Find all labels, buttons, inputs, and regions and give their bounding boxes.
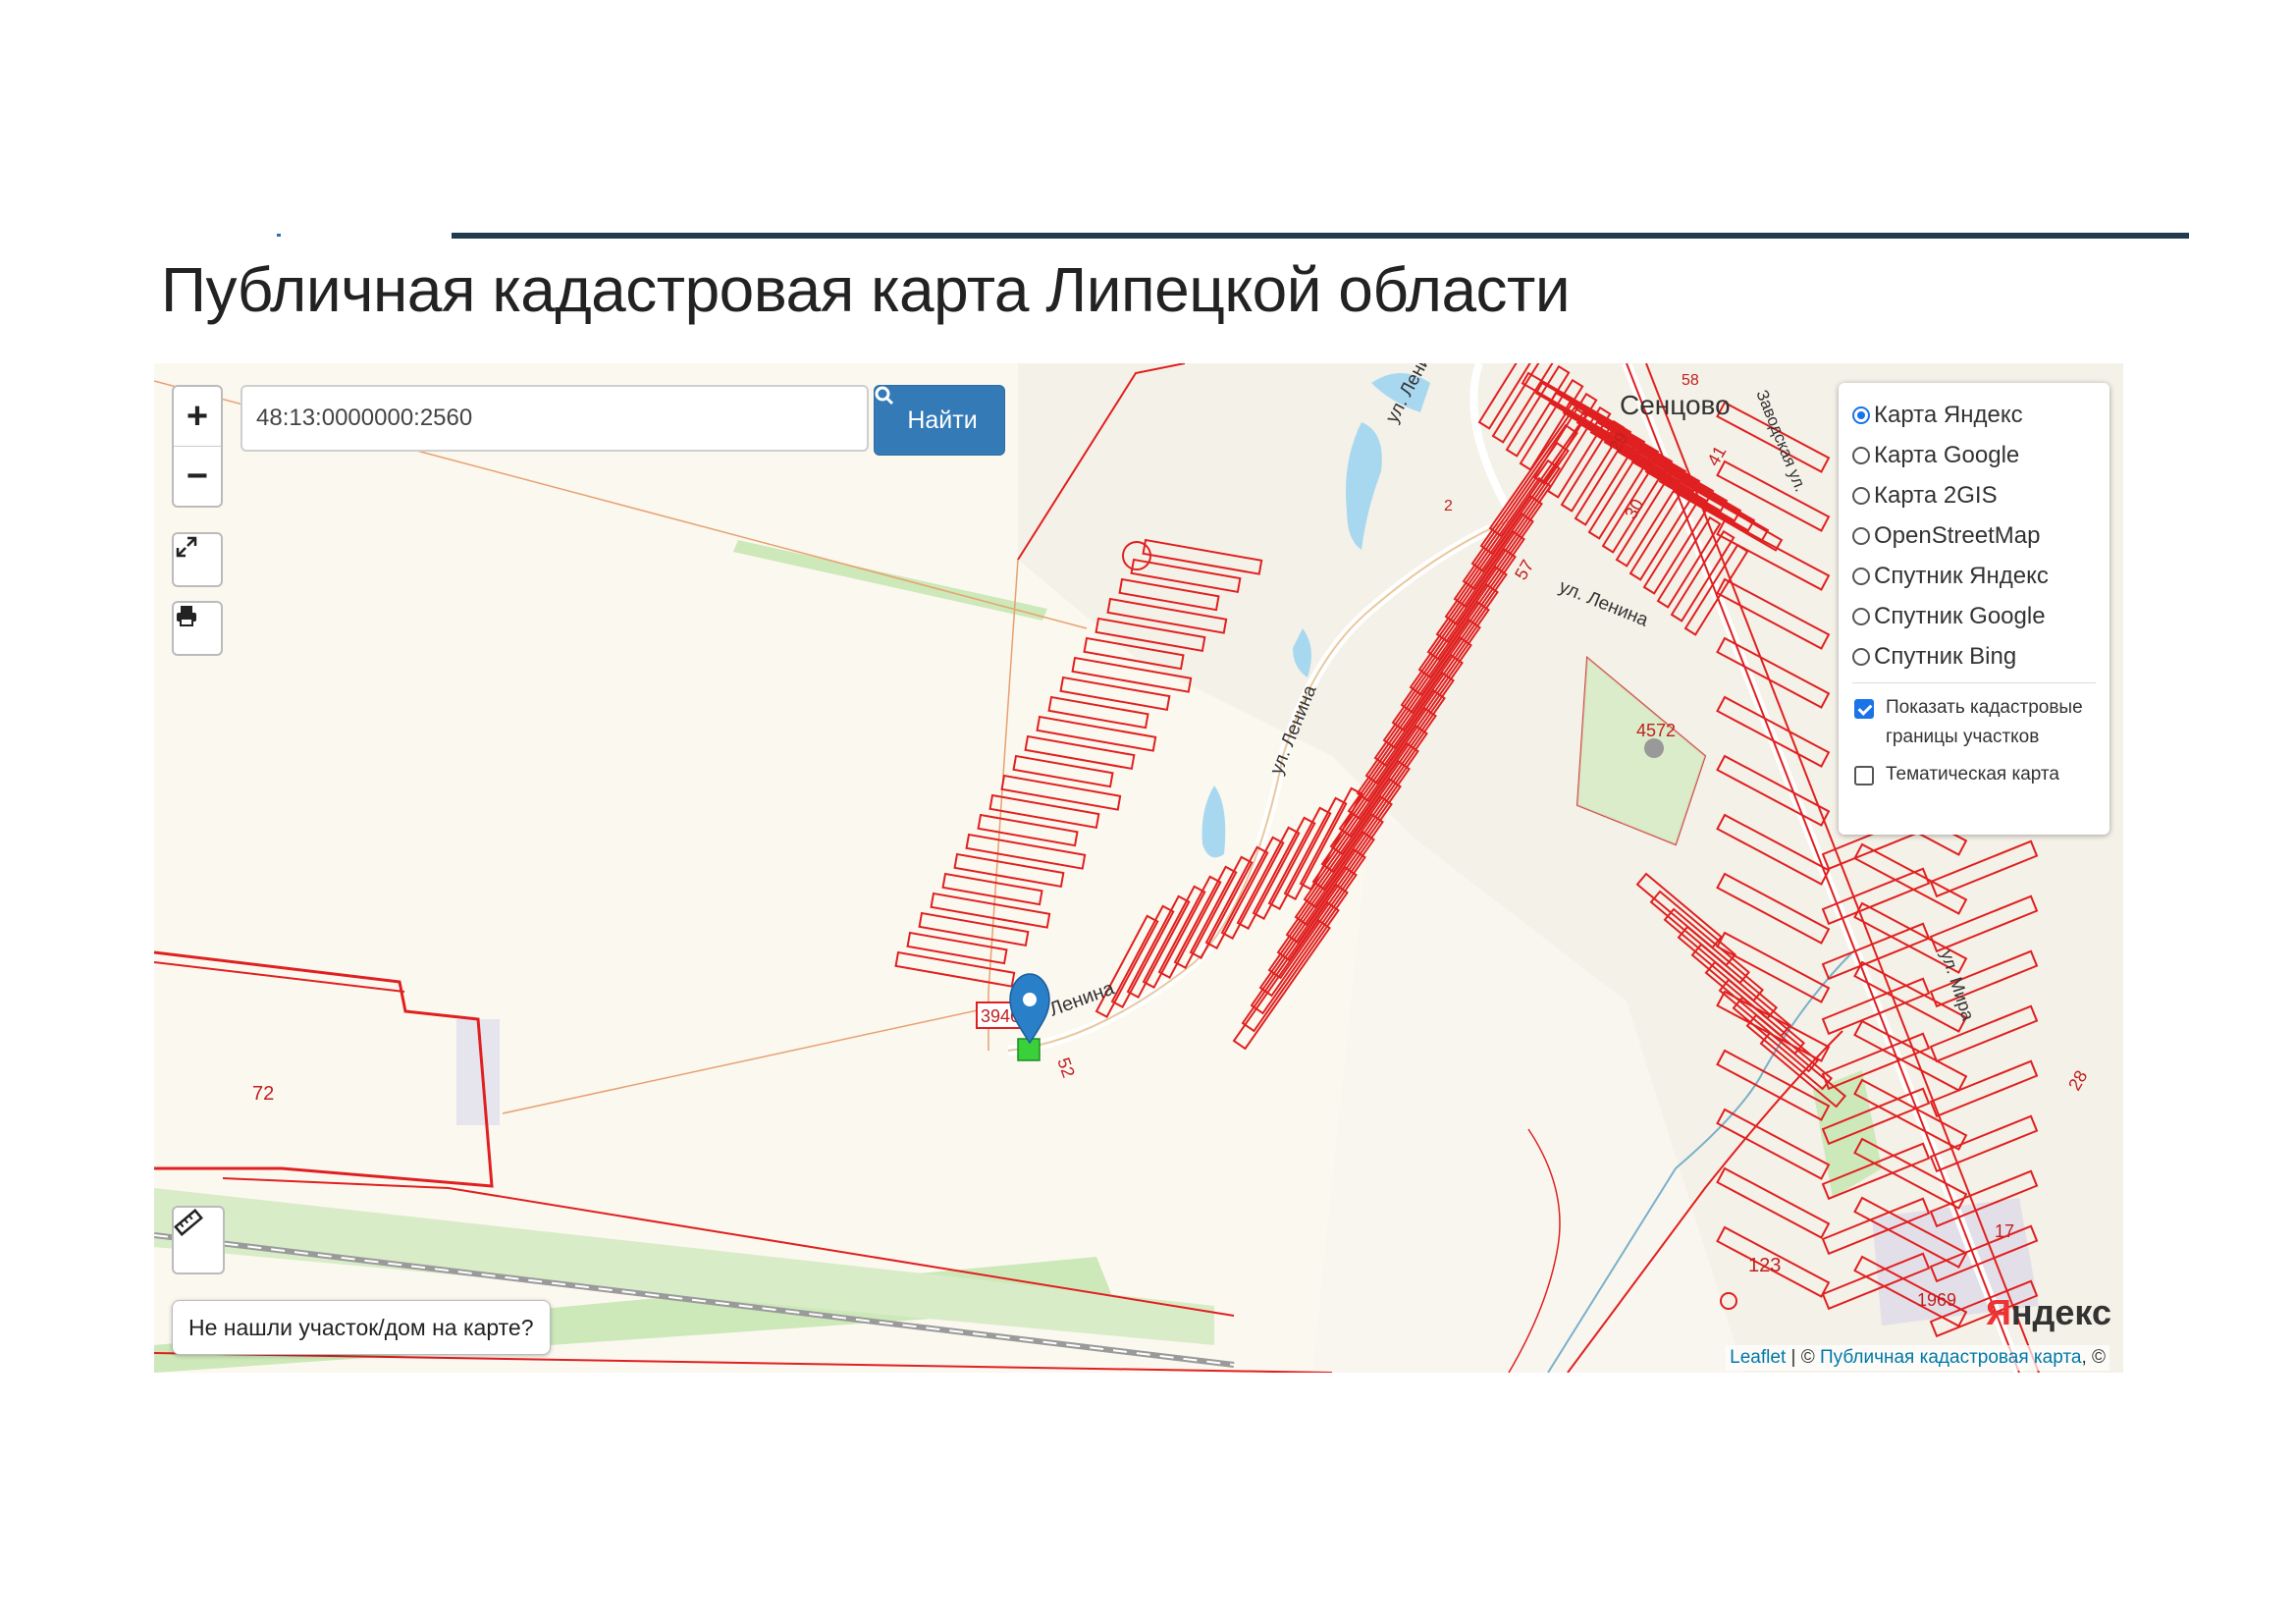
zoom-control: + − [172, 385, 223, 508]
overlay-option[interactable]: Показать кадастровые границы участков [1852, 693, 2096, 752]
location-marker-icon[interactable] [1009, 973, 1050, 1045]
checkbox[interactable] [1854, 766, 1874, 785]
measure-button[interactable] [172, 1206, 225, 1274]
page-title: Публичная кадастровая карта Липецкой обл… [161, 254, 1571, 325]
parcel-boundary[interactable] [918, 911, 1030, 947]
parcel-boundary[interactable] [154, 950, 494, 1188]
base-layer-option[interactable]: Спутник Яндекс [1852, 556, 2096, 596]
parcel-boundary[interactable] [1036, 715, 1157, 752]
parcel-boundary[interactable] [977, 813, 1079, 847]
base-layer-option[interactable]: Карта 2GIS [1852, 475, 2096, 515]
parcel-number-label: 52 [1053, 1056, 1079, 1081]
print-button[interactable] [172, 601, 223, 656]
yandex-logo: Яндекс [1985, 1292, 2111, 1332]
divider [1852, 682, 2096, 683]
parcel-boundary[interactable] [988, 793, 1100, 830]
parcel-boundary[interactable] [1024, 734, 1136, 771]
not-found-button[interactable]: Не нашли участок/дом на карте? [172, 1300, 551, 1355]
radio-button[interactable] [1852, 607, 1870, 625]
parcel-boundary[interactable] [930, 892, 1051, 929]
parcel-boundary[interactable] [894, 950, 1016, 988]
base-layer-label: Карта 2GIS [1874, 481, 1998, 509]
parcel-number-label: 123 [1748, 1255, 1781, 1276]
parcel-boundary[interactable] [965, 833, 1087, 870]
base-layer-option[interactable]: Карта Google [1852, 435, 2096, 475]
village-label: Сенцово [1620, 390, 1731, 420]
parcel-number-label: 1969 [1917, 1290, 1956, 1310]
cadastral-map-layer[interactable]: 72 3946 Ленина 52 ул. Ленина ул. Ленина … [154, 363, 2123, 1373]
base-layer-label: Спутник Яндекс [1874, 562, 2049, 589]
parcel-boundary[interactable] [1012, 754, 1114, 788]
checkbox[interactable] [1854, 699, 1874, 719]
overlay-label: Тематическая карта [1886, 764, 2059, 785]
base-layer-label: Спутник Bing [1874, 642, 2017, 670]
leaflet-link[interactable]: Leaflet [1730, 1347, 1786, 1368]
parcel-boundary[interactable] [941, 872, 1043, 906]
base-layer-label: Карта Яндекс [1874, 401, 2023, 428]
parcel-boundary[interactable] [1000, 774, 1122, 811]
zoom-in-button[interactable]: + [174, 387, 221, 447]
header-accent-dot [277, 234, 281, 237]
radio-button[interactable] [1852, 446, 1870, 464]
layer-switcher-panel: Карта Яндекс Карта Google Карта 2GIS OpenSt… [1839, 383, 2109, 835]
parcel-boundary[interactable] [953, 852, 1065, 889]
parcel-boundary[interactable] [1047, 695, 1149, 730]
base-layer-label: OpenStreetMap [1874, 521, 2041, 549]
fullscreen-button[interactable] [172, 532, 223, 587]
parcel-boundary[interactable] [1126, 894, 1191, 999]
parcel-number-label: 17 [1995, 1221, 2014, 1241]
base-layer-option[interactable]: Карта Яндекс [1852, 395, 2096, 435]
base-layer-option[interactable]: OpenStreetMap [1852, 515, 2096, 556]
radio-button[interactable] [1852, 486, 1870, 505]
radio-button[interactable] [1852, 647, 1870, 666]
map-viewport[interactable]: 72 3946 Ленина 52 ул. Ленина ул. Ленина … [154, 363, 2123, 1373]
find-button[interactable]: Найти [874, 385, 1005, 456]
base-layer-option[interactable]: Спутник Bing [1852, 636, 2096, 677]
parcel-number-label: 2 [1444, 498, 1453, 514]
radio-button[interactable] [1852, 526, 1870, 545]
parcel-boundary[interactable] [1110, 904, 1175, 1008]
overlay-option[interactable]: Тематическая карта [1852, 760, 2096, 789]
base-layer-option[interactable]: Спутник Google [1852, 596, 2096, 636]
base-layer-label: Спутник Google [1874, 602, 2046, 629]
pkk-link[interactable]: Публичная кадастровая карта [1820, 1347, 2081, 1368]
find-button-label: Найти [907, 406, 978, 434]
parcel-number-label: 58 [1682, 372, 1699, 389]
map-attribution: Leaflet | © Публичная кадастровая карта,… [1726, 1345, 2109, 1371]
parcel-number-label: 72 [252, 1083, 274, 1105]
parcel-boundary[interactable] [1267, 806, 1332, 910]
radio-button[interactable] [1852, 567, 1870, 585]
overlay-label: Показать кадастровые границы участков [1886, 697, 2083, 747]
radio-button[interactable] [1852, 406, 1870, 424]
zoom-out-button[interactable]: − [174, 447, 221, 506]
base-layer-label: Карта Google [1874, 441, 2020, 468]
parcel-boundary[interactable] [1189, 855, 1254, 959]
parcel-number-label: 4572 [1636, 721, 1676, 740]
header-divider [452, 233, 2189, 239]
parcel-boundary[interactable] [1059, 676, 1171, 712]
cadastral-number-search-input[interactable] [240, 385, 869, 452]
